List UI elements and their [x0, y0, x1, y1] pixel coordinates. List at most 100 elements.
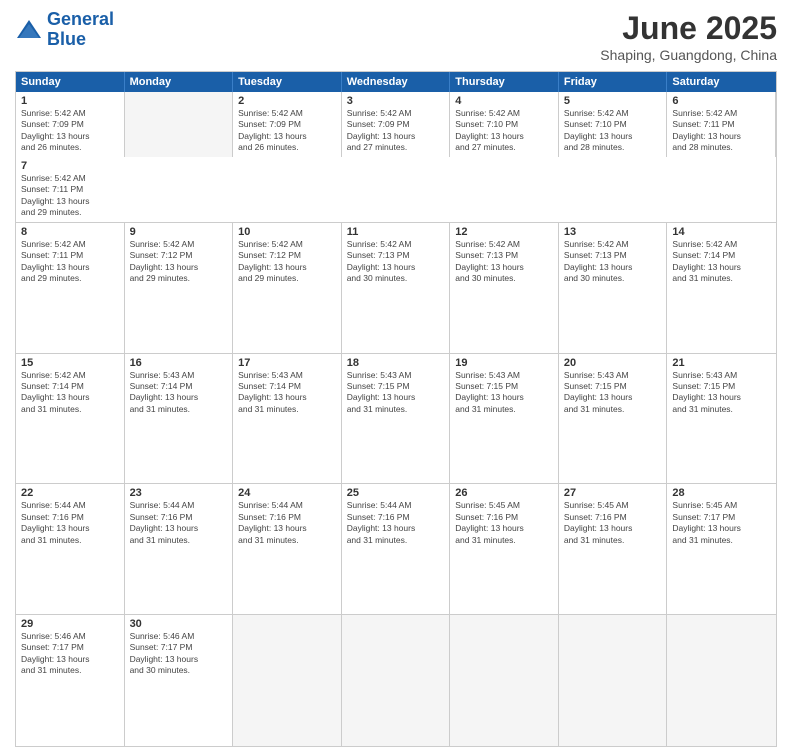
cell-info: Sunrise: 5:42 AMSunset: 7:11 PMDaylight:… [672, 108, 741, 152]
weekday-header: Saturday [667, 72, 776, 92]
day-number: 16 [130, 357, 228, 369]
calendar-row: 1Sunrise: 5:42 AMSunset: 7:09 PMDaylight… [16, 92, 776, 223]
calendar-row: 22Sunrise: 5:44 AMSunset: 7:16 PMDayligh… [16, 484, 776, 615]
calendar-cell: 18Sunrise: 5:43 AMSunset: 7:15 PMDayligh… [342, 354, 451, 484]
cell-info: Sunrise: 5:44 AMSunset: 7:16 PMDaylight:… [238, 500, 307, 544]
day-number: 23 [130, 487, 228, 499]
logo-icon [15, 16, 43, 44]
day-number: 28 [672, 487, 771, 499]
calendar-cell [450, 615, 559, 746]
day-number: 27 [564, 487, 662, 499]
cell-info: Sunrise: 5:45 AMSunset: 7:17 PMDaylight:… [672, 500, 741, 544]
day-number: 29 [21, 618, 119, 630]
day-number: 30 [130, 618, 228, 630]
calendar-cell: 12Sunrise: 5:42 AMSunset: 7:13 PMDayligh… [450, 223, 559, 353]
cell-info: Sunrise: 5:43 AMSunset: 7:15 PMDaylight:… [455, 370, 524, 414]
day-number: 2 [238, 95, 336, 107]
day-number: 22 [21, 487, 119, 499]
calendar-cell: 15Sunrise: 5:42 AMSunset: 7:14 PMDayligh… [16, 354, 125, 484]
calendar-row: 29Sunrise: 5:46 AMSunset: 7:17 PMDayligh… [16, 615, 776, 746]
day-number: 13 [564, 226, 662, 238]
cell-info: Sunrise: 5:42 AMSunset: 7:09 PMDaylight:… [347, 108, 416, 152]
day-number: 24 [238, 487, 336, 499]
weekday-header: Friday [559, 72, 668, 92]
cell-info: Sunrise: 5:42 AMSunset: 7:12 PMDaylight:… [130, 239, 199, 283]
cell-info: Sunrise: 5:42 AMSunset: 7:09 PMDaylight:… [21, 108, 90, 152]
day-number: 17 [238, 357, 336, 369]
cell-info: Sunrise: 5:43 AMSunset: 7:15 PMDaylight:… [564, 370, 633, 414]
day-number: 26 [455, 487, 553, 499]
weekday-header: Thursday [450, 72, 559, 92]
cell-info: Sunrise: 5:42 AMSunset: 7:14 PMDaylight:… [672, 239, 741, 283]
calendar-row: 8Sunrise: 5:42 AMSunset: 7:11 PMDaylight… [16, 223, 776, 354]
calendar-cell: 27Sunrise: 5:45 AMSunset: 7:16 PMDayligh… [559, 484, 668, 614]
calendar-cell: 1Sunrise: 5:42 AMSunset: 7:09 PMDaylight… [16, 92, 125, 157]
day-number: 7 [21, 160, 120, 172]
calendar-cell: 16Sunrise: 5:43 AMSunset: 7:14 PMDayligh… [125, 354, 234, 484]
calendar-cell: 2Sunrise: 5:42 AMSunset: 7:09 PMDaylight… [233, 92, 342, 157]
cell-info: Sunrise: 5:45 AMSunset: 7:16 PMDaylight:… [564, 500, 633, 544]
weekday-header: Monday [125, 72, 234, 92]
cell-info: Sunrise: 5:42 AMSunset: 7:13 PMDaylight:… [455, 239, 524, 283]
cell-info: Sunrise: 5:43 AMSunset: 7:15 PMDaylight:… [347, 370, 416, 414]
cell-info: Sunrise: 5:42 AMSunset: 7:11 PMDaylight:… [21, 239, 90, 283]
calendar-cell [125, 92, 234, 157]
month-title: June 2025 [600, 10, 777, 47]
day-number: 21 [672, 357, 771, 369]
cell-info: Sunrise: 5:44 AMSunset: 7:16 PMDaylight:… [21, 500, 90, 544]
calendar-cell: 9Sunrise: 5:42 AMSunset: 7:12 PMDaylight… [125, 223, 234, 353]
calendar-cell [342, 615, 451, 746]
day-number: 19 [455, 357, 553, 369]
page: General Blue June 2025 Shaping, Guangdon… [0, 0, 792, 612]
day-number: 10 [238, 226, 336, 238]
logo-text: General Blue [47, 10, 114, 50]
day-number: 9 [130, 226, 228, 238]
cell-info: Sunrise: 5:42 AMSunset: 7:13 PMDaylight:… [347, 239, 416, 283]
calendar-cell: 6Sunrise: 5:42 AMSunset: 7:11 PMDaylight… [667, 92, 776, 157]
calendar-cell: 28Sunrise: 5:45 AMSunset: 7:17 PMDayligh… [667, 484, 776, 614]
calendar-cell: 8Sunrise: 5:42 AMSunset: 7:11 PMDaylight… [16, 223, 125, 353]
cell-info: Sunrise: 5:43 AMSunset: 7:15 PMDaylight:… [672, 370, 741, 414]
calendar-body: 1Sunrise: 5:42 AMSunset: 7:09 PMDaylight… [16, 92, 776, 746]
day-number: 14 [672, 226, 771, 238]
weekday-header: Sunday [16, 72, 125, 92]
day-number: 5 [564, 95, 662, 107]
cell-info: Sunrise: 5:46 AMSunset: 7:17 PMDaylight:… [21, 631, 90, 675]
day-number: 3 [347, 95, 445, 107]
cell-info: Sunrise: 5:42 AMSunset: 7:09 PMDaylight:… [238, 108, 307, 152]
calendar-cell: 23Sunrise: 5:44 AMSunset: 7:16 PMDayligh… [125, 484, 234, 614]
calendar-cell [667, 615, 776, 746]
cell-info: Sunrise: 5:42 AMSunset: 7:12 PMDaylight:… [238, 239, 307, 283]
calendar-cell: 21Sunrise: 5:43 AMSunset: 7:15 PMDayligh… [667, 354, 776, 484]
weekday-header: Tuesday [233, 72, 342, 92]
calendar-cell: 22Sunrise: 5:44 AMSunset: 7:16 PMDayligh… [16, 484, 125, 614]
day-number: 25 [347, 487, 445, 499]
calendar-cell: 14Sunrise: 5:42 AMSunset: 7:14 PMDayligh… [667, 223, 776, 353]
calendar-cell [233, 615, 342, 746]
cell-info: Sunrise: 5:45 AMSunset: 7:16 PMDaylight:… [455, 500, 524, 544]
calendar-cell: 29Sunrise: 5:46 AMSunset: 7:17 PMDayligh… [16, 615, 125, 746]
calendar-cell: 3Sunrise: 5:42 AMSunset: 7:09 PMDaylight… [342, 92, 451, 157]
cell-info: Sunrise: 5:43 AMSunset: 7:14 PMDaylight:… [238, 370, 307, 414]
calendar-cell: 30Sunrise: 5:46 AMSunset: 7:17 PMDayligh… [125, 615, 234, 746]
cell-info: Sunrise: 5:42 AMSunset: 7:14 PMDaylight:… [21, 370, 90, 414]
calendar-cell: 25Sunrise: 5:44 AMSunset: 7:16 PMDayligh… [342, 484, 451, 614]
cell-info: Sunrise: 5:42 AMSunset: 7:11 PMDaylight:… [21, 173, 90, 217]
day-number: 20 [564, 357, 662, 369]
header: General Blue June 2025 Shaping, Guangdon… [15, 10, 777, 63]
day-number: 8 [21, 226, 119, 238]
calendar-header: SundayMondayTuesdayWednesdayThursdayFrid… [16, 72, 776, 92]
weekday-header: Wednesday [342, 72, 451, 92]
calendar-cell: 11Sunrise: 5:42 AMSunset: 7:13 PMDayligh… [342, 223, 451, 353]
calendar-row: 15Sunrise: 5:42 AMSunset: 7:14 PMDayligh… [16, 354, 776, 485]
calendar-cell: 4Sunrise: 5:42 AMSunset: 7:10 PMDaylight… [450, 92, 559, 157]
calendar-cell: 7Sunrise: 5:42 AMSunset: 7:11 PMDaylight… [16, 157, 125, 222]
cell-info: Sunrise: 5:44 AMSunset: 7:16 PMDaylight:… [130, 500, 199, 544]
day-number: 1 [21, 95, 119, 107]
cell-info: Sunrise: 5:42 AMSunset: 7:10 PMDaylight:… [564, 108, 633, 152]
calendar-cell [559, 615, 668, 746]
location-title: Shaping, Guangdong, China [600, 47, 777, 63]
calendar-cell: 13Sunrise: 5:42 AMSunset: 7:13 PMDayligh… [559, 223, 668, 353]
cell-info: Sunrise: 5:46 AMSunset: 7:17 PMDaylight:… [130, 631, 199, 675]
calendar-cell: 10Sunrise: 5:42 AMSunset: 7:12 PMDayligh… [233, 223, 342, 353]
